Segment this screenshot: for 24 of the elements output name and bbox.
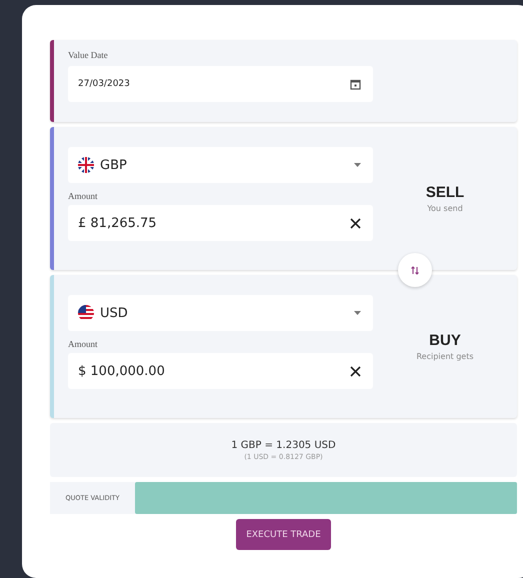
swap-arrows-icon xyxy=(411,266,419,274)
dropdown-caret-icon xyxy=(354,311,361,315)
currency-code: USD xyxy=(100,306,128,320)
value-date-label: Value Date xyxy=(68,50,109,60)
side-note: Recipient gets xyxy=(416,352,474,361)
exchange-rate: 1 GBP = 1.2305 USD xyxy=(231,440,336,450)
us-flag-icon xyxy=(78,305,94,321)
amount-label: Amount xyxy=(68,191,99,201)
amount-field[interactable]: $ 100,000.00 xyxy=(68,353,373,389)
clear-icon[interactable] xyxy=(350,366,361,376)
dropdown-caret-icon xyxy=(354,163,361,167)
currency-select[interactable]: USD xyxy=(68,295,373,331)
clear-icon[interactable] xyxy=(350,218,361,228)
side-label: SELL xyxy=(426,184,464,201)
currency-code: GBP xyxy=(100,158,127,172)
side-label: BUY xyxy=(429,332,461,349)
execute-trade-button[interactable]: EXECUTE TRADE xyxy=(236,519,331,550)
calendar-icon[interactable] xyxy=(350,78,361,90)
amount-label: Amount xyxy=(68,339,99,349)
date-field[interactable]: 27/03/2023 xyxy=(68,66,373,102)
uk-flag-icon xyxy=(78,157,94,173)
currency-select[interactable]: GBP xyxy=(68,147,373,183)
amount-field[interactable]: £ 81,265.75 xyxy=(68,205,373,241)
side-note: You send xyxy=(427,204,463,213)
